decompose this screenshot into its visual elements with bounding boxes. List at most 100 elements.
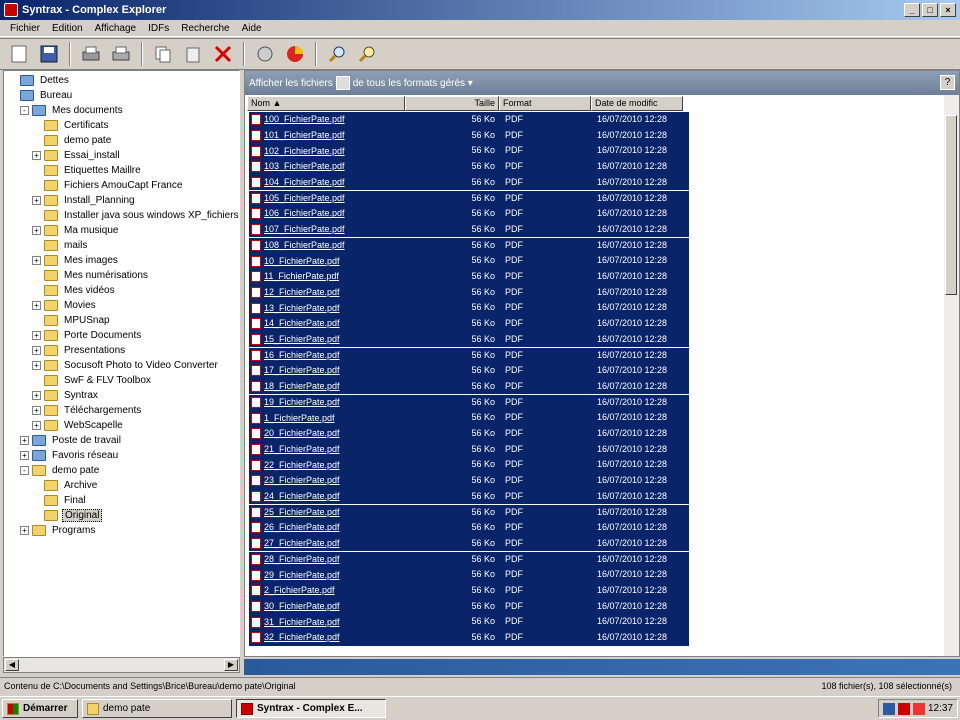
tree-item[interactable]: + Poste de travail [20,433,123,448]
tree-item[interactable]: + Favoris réseau [20,448,120,463]
print-preview-icon[interactable] [108,41,134,67]
file-row[interactable]: 32_FichierPate.pdf 56 Ko PDF 16/07/2010 12:… [249,630,689,646]
tree-item[interactable]: + Ma musique [32,223,120,238]
file-row[interactable]: 21_FichierPate.pdf 56 Ko PDF 16/07/2010 12:… [249,441,689,458]
column-header-nom[interactable]: Nom ▲ [247,96,405,111]
tree-item[interactable]: - Mes documents [20,103,125,118]
expand-icon[interactable]: + [32,361,41,370]
file-row[interactable]: 11_FichierPate.pdf 56 Ko PDF 16/07/2010 12:… [249,269,689,285]
tree-item[interactable]: + WebScapelle [32,418,125,433]
tree-item[interactable]: Archive [32,478,99,493]
scroll-left-icon[interactable]: ◀ [5,659,19,671]
tree-item[interactable]: + Porte Documents [32,328,143,343]
tree-item[interactable]: MPUSnap [32,313,112,328]
search-icon[interactable] [324,41,350,67]
tree-item[interactable]: Bureau [8,88,74,103]
tree-item[interactable]: + Programs [20,523,97,538]
pie-icon[interactable] [282,41,308,67]
tree-item[interactable]: Certificats [32,118,110,133]
file-row[interactable]: 105_FichierPate.pdf 56 Ko PDF 16/07/2010 12… [249,190,689,206]
expand-icon[interactable]: + [32,421,41,430]
file-row[interactable]: 12_FichierPate.pdf 56 Ko PDF 16/07/2010 12:… [249,284,689,301]
file-row[interactable]: 104_FichierPate.pdf 56 Ko PDF 16/07/2010 12… [249,174,689,191]
scroll-thumb[interactable] [945,115,957,295]
file-row[interactable]: 22_FichierPate.pdf 56 Ko PDF 16/07/2010 12:… [249,457,689,473]
maximize-button[interactable]: □ [922,3,938,17]
file-row[interactable]: 27_FichierPate.pdf 56 Ko PDF 16/07/2010 12:… [249,535,689,552]
folder-tree[interactable]: Dettes Bureau - Mes documents Certificats dem… [3,70,240,657]
file-row[interactable]: 20_FichierPate.pdf 56 Ko PDF 16/07/2010 12:… [249,426,689,442]
file-row[interactable]: 2_FichierPate.pdf 56 Ko PDF 16/07/2010 12:2… [249,583,689,599]
antivirus-icon[interactable] [897,702,910,715]
tree-item[interactable]: Mes vidéos [32,283,117,298]
filter-dropdown[interactable]: de tous les formats gérés ▾ [353,78,473,89]
tree-item[interactable]: Etiquettes Maillre [32,163,143,178]
column-header-date[interactable]: Date de modific [591,96,683,111]
menu-fichier[interactable]: Fichier [4,23,46,34]
file-row[interactable]: 25_FichierPate.pdf 56 Ko PDF 16/07/2010 12:… [249,504,689,520]
file-row[interactable]: 15_FichierPate.pdf 56 Ko PDF 16/07/2010 12:… [249,331,689,348]
minimize-button[interactable]: _ [904,3,920,17]
file-row[interactable]: 19_FichierPate.pdf 56 Ko PDF 16/07/2010 12:… [249,394,689,411]
menu-recherche[interactable]: Recherche [175,23,235,34]
refresh-icon[interactable] [252,41,278,67]
tree-horizontal-scrollbar[interactable]: ◀ ▶ [3,657,240,673]
tree-item[interactable]: demo pate [32,133,113,148]
expand-icon[interactable]: + [32,346,41,355]
tree-item[interactable]: + Presentations [32,343,127,358]
file-row[interactable]: 101_FichierPate.pdf 56 Ko PDF 16/07/2010 12… [249,127,689,144]
help-icon[interactable]: ? [940,75,955,90]
file-row[interactable]: 28_FichierPate.pdf 56 Ko PDF 16/07/2010 12:… [249,551,689,568]
copy-icon[interactable] [150,41,176,67]
taskbar-item-syntrax[interactable]: Syntrax - Complex E... [236,699,386,718]
file-row[interactable]: 107_FichierPate.pdf 56 Ko PDF 16/07/2010 12… [249,221,689,238]
new-icon[interactable] [6,41,32,67]
file-row[interactable]: 14_FichierPate.pdf 56 Ko PDF 16/07/2010 12:… [249,316,689,332]
menu-edition[interactable]: Edition [46,23,89,34]
file-row[interactable]: 16_FichierPate.pdf 56 Ko PDF 16/07/2010 12:… [249,347,689,363]
expand-icon[interactable]: + [32,406,41,415]
collapse-icon[interactable]: - [20,466,29,475]
file-row[interactable]: 18_FichierPate.pdf 56 Ko PDF 16/07/2010 12:… [249,378,689,395]
file-row[interactable]: 24_FichierPate.pdf 56 Ko PDF 16/07/2010 12:… [249,488,689,505]
save-icon[interactable] [36,41,62,67]
file-row[interactable]: 23_FichierPate.pdf 56 Ko PDF 16/07/2010 12:… [249,473,689,489]
expand-icon[interactable]: + [32,226,41,235]
menu-idfs[interactable]: IDFs [142,23,175,34]
start-button[interactable]: Démarrer [2,699,78,718]
file-row[interactable]: 1_FichierPate.pdf 56 Ko PDF 16/07/2010 12:2… [249,410,689,426]
column-header-format[interactable]: Format [499,96,591,111]
tree-item[interactable]: Final [32,493,88,508]
taskbar-item-demo-pate[interactable]: demo pate [82,699,232,718]
network-icon[interactable] [882,702,895,715]
tree-item[interactable]: Mes numérisations [32,268,150,283]
vertical-scrollbar[interactable] [944,95,959,656]
tree-item[interactable]: Installer java sous windows XP_fichiers [32,208,239,223]
scroll-right-icon[interactable]: ▶ [224,659,238,671]
file-row[interactable]: 103_FichierPate.pdf 56 Ko PDF 16/07/2010 12… [249,159,689,175]
tree-item[interactable]: + Téléchargements [32,403,143,418]
file-row[interactable]: 108_FichierPate.pdf 56 Ko PDF 16/07/2010 12… [249,237,689,254]
expand-icon[interactable]: + [32,256,41,265]
paste-icon[interactable] [180,41,206,67]
tree-item[interactable]: Original [32,508,103,523]
column-header-taille[interactable]: Taille [405,96,499,111]
expand-icon[interactable]: + [32,331,41,340]
file-row[interactable]: 30_FichierPate.pdf 56 Ko PDF 16/07/2010 12:… [249,598,689,615]
format-filter-icon[interactable] [335,76,350,90]
file-row[interactable]: 26_FichierPate.pdf 56 Ko PDF 16/07/2010 12:… [249,520,689,536]
file-row[interactable]: 17_FichierPate.pdf 56 Ko PDF 16/07/2010 12:… [249,363,689,379]
print-icon[interactable] [78,41,104,67]
file-row[interactable]: 106_FichierPate.pdf 56 Ko PDF 16/07/2010 12… [249,206,689,222]
expand-icon[interactable]: + [32,391,41,400]
tree-item[interactable]: + Movies [32,298,98,313]
file-row[interactable]: 10_FichierPate.pdf 56 Ko PDF 16/07/2010 12:… [249,253,689,269]
expand-icon[interactable]: + [32,196,41,205]
tree-item[interactable]: Dettes [8,73,71,88]
tree-item[interactable]: + Install_Planning [32,193,137,208]
tree-item[interactable]: + Socusoft Photo to Video Converter [32,358,220,373]
expand-icon[interactable]: + [32,151,41,160]
file-row[interactable]: 102_FichierPate.pdf 56 Ko PDF 16/07/2010 12… [249,143,689,159]
tree-item[interactable]: + Syntrax [32,388,100,403]
expand-icon[interactable]: + [20,526,29,535]
